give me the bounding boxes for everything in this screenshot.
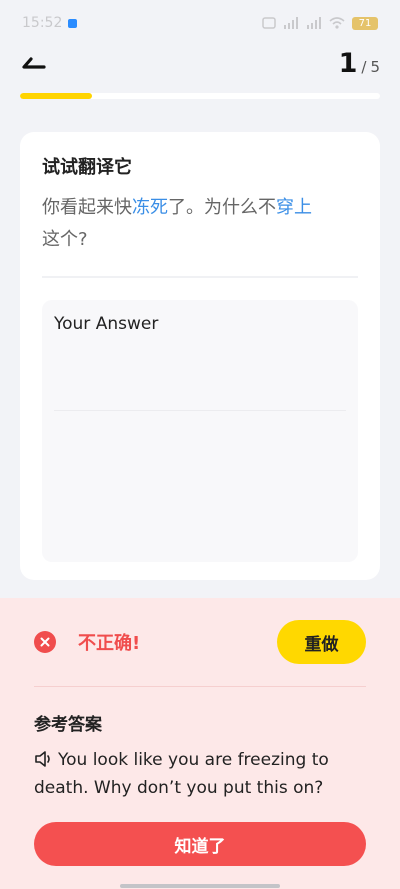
status-left: 15:52 <box>22 15 78 31</box>
answer-placeholder: Your Answer <box>54 314 159 334</box>
reference-answer: You look like you are freezing to death.… <box>34 746 370 802</box>
question-title: 试试翻译它 <box>42 157 132 178</box>
nfc-icon <box>262 17 276 29</box>
answer-line <box>54 410 346 411</box>
top-nav: 1 / 5 <box>0 44 400 84</box>
answer-input[interactable]: Your Answer <box>42 300 358 562</box>
status-right: 71 <box>262 16 378 30</box>
progress-bar <box>20 93 380 99</box>
question-card: 试试翻译它 你看起来快冻死了。为什么不穿上这个? Your Answer <box>20 132 380 580</box>
card-divider <box>42 276 358 278</box>
wifi-icon <box>329 17 345 29</box>
feedback-panel: 不正确! 重做 参考答案 You look like you are freez… <box>0 598 400 889</box>
signal-icon <box>284 17 298 29</box>
sentence-part: 这个? <box>42 229 88 250</box>
battery-level: 71 <box>358 17 372 29</box>
app-notification-icon <box>68 18 78 28</box>
feedback-status: 不正确! <box>34 629 140 655</box>
home-indicator[interactable] <box>120 884 280 888</box>
sentence-highlight-word[interactable]: 冻死 <box>132 197 168 218</box>
feedback-divider <box>34 686 366 687</box>
question-counter: 1 / 5 <box>339 48 380 79</box>
reference-answer-title: 参考答案 <box>34 715 102 735</box>
incorrect-label: 不正确! <box>78 633 141 654</box>
signal-2-icon <box>307 17 321 29</box>
source-sentence: 你看起来快冻死了。为什么不穿上这个? <box>42 192 358 256</box>
current-question-number: 1 <box>338 48 358 79</box>
status-bar: 15:52 71 <box>0 0 400 46</box>
sentence-highlight-word[interactable]: 穿上 <box>276 197 312 218</box>
got-it-button[interactable]: 知道了 <box>34 822 366 866</box>
feedback-status-row: 不正确! 重做 <box>34 620 366 664</box>
progress-fill <box>20 93 92 99</box>
back-arrow-icon <box>22 57 46 69</box>
counter-separator: / <box>361 58 367 76</box>
reference-answer-text: You look like you are freezing to death.… <box>34 750 329 798</box>
sentence-part: 你看起来快 <box>42 197 132 218</box>
back-button[interactable] <box>16 50 52 78</box>
redo-button[interactable]: 重做 <box>277 620 366 664</box>
speaker-icon[interactable] <box>34 750 54 768</box>
battery-icon: 71 <box>352 16 378 30</box>
total-question-number: 5 <box>370 58 380 76</box>
status-time: 15:52 <box>22 15 63 31</box>
sentence-part: 了。为什么不 <box>168 197 276 218</box>
close-circle-icon <box>34 631 56 653</box>
